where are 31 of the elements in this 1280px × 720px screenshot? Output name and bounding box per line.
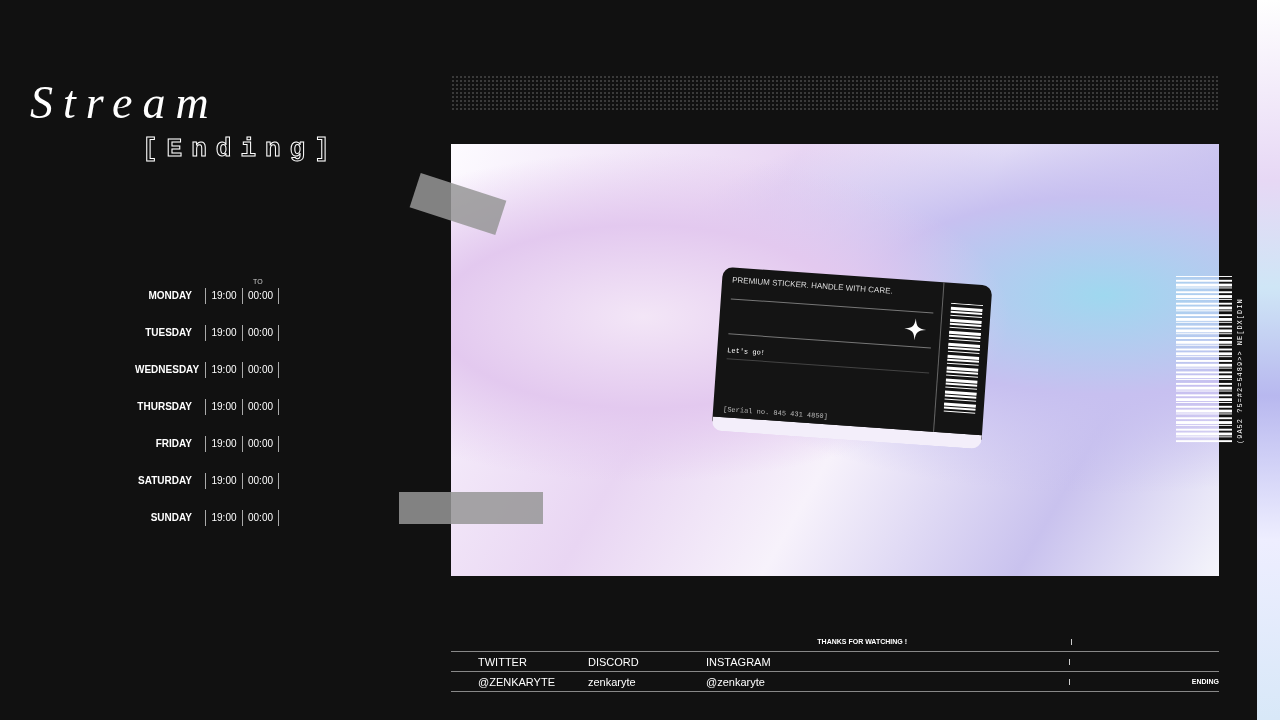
day-label: TUESDAY (144, 326, 193, 340)
platform-label: TWITTER (477, 655, 528, 668)
start-time: 19:00 (205, 288, 242, 304)
start-time: 19:00 (205, 399, 242, 415)
end-time: 00:00 (242, 399, 279, 415)
day-label: WEDNESDAY (135, 363, 201, 377)
day-label: SUNDAY (149, 511, 193, 525)
day-label: FRIDAY (154, 437, 193, 451)
day-label: THURSDAY (136, 400, 193, 414)
start-time: 19:00 (205, 473, 242, 489)
end-time: 00:00 (242, 288, 279, 304)
start-time: 19:00 (205, 436, 242, 452)
social-handle: zenkaryte (587, 675, 637, 688)
sparkle-icon (903, 317, 927, 342)
end-time: 00:00 (242, 510, 279, 526)
end-time: 00:00 (242, 473, 279, 489)
stream-title: Stream (30, 80, 220, 126)
start-time: 19:00 (205, 325, 242, 341)
platform-label: INSTAGRAM (705, 655, 772, 668)
day-label: SATURDAY (137, 474, 193, 488)
card-heading: PREMIUM STICKER. HANDLE WITH CARE. (731, 275, 894, 298)
start-time: 19:00 (205, 362, 242, 378)
platform-label: DISCORD (587, 655, 640, 668)
end-time: 00:00 (242, 436, 279, 452)
start-time: 19:00 (205, 510, 242, 526)
social-handle: @zenkaryte (705, 675, 766, 688)
end-time: 00:00 (242, 325, 279, 341)
end-time: 00:00 (242, 362, 279, 378)
day-label: MONDAY (147, 289, 193, 303)
social-handle: @ZENKARYTE (477, 675, 556, 688)
ending-title: [Ending] (142, 134, 340, 164)
